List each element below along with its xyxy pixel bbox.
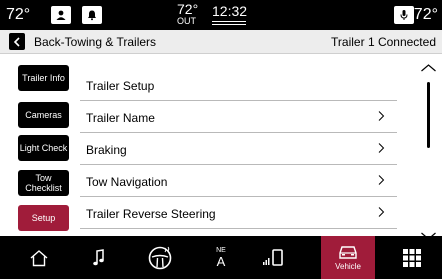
- tab-tow-checklist[interactable]: Tow Checklist: [18, 170, 69, 196]
- media-button[interactable]: [82, 236, 116, 279]
- section-title: Trailer Setup: [86, 79, 155, 93]
- list-item-label: Trailer Name: [86, 111, 155, 125]
- chevron-right-icon: [378, 111, 385, 121]
- back-button[interactable]: [9, 33, 25, 50]
- clock-divider: [212, 21, 246, 25]
- bottom-nav: NE A Vehicle: [0, 236, 442, 279]
- scroll-up-icon[interactable]: [420, 63, 437, 73]
- tab-label: Tow Checklist: [25, 173, 62, 193]
- list-item-trailer-name[interactable]: Trailer Name: [80, 102, 397, 133]
- home-icon: [30, 249, 48, 266]
- status-bar: 72° 72° OUT 12:32 72°: [0, 0, 442, 30]
- list-item-tow-navigation[interactable]: Tow Navigation: [80, 166, 397, 197]
- apps-button[interactable]: [398, 236, 426, 279]
- tab-label: Cameras: [25, 110, 62, 120]
- profile-icon[interactable]: [51, 6, 71, 24]
- list-heading: Trailer Setup: [80, 70, 397, 101]
- phone-signal-icon: [263, 248, 283, 266]
- page-header: Back-Towing & Trailers Trailer 1 Connect…: [0, 30, 442, 54]
- chevron-right-icon: [378, 175, 385, 185]
- chevron-right-icon: [378, 143, 385, 153]
- tab-cameras[interactable]: Cameras: [18, 102, 69, 128]
- car-icon: [339, 246, 357, 259]
- chevron-right-icon: [378, 207, 385, 217]
- scrollbar[interactable]: [427, 82, 430, 148]
- tab-label: Trailer Info: [22, 73, 65, 83]
- notification-bell-icon[interactable]: [82, 6, 102, 24]
- list-item-label: Trailer Reverse Steering: [86, 207, 216, 221]
- microphone-icon[interactable]: [394, 6, 414, 24]
- tab-setup[interactable]: Setup: [18, 205, 69, 231]
- tab-trailer-info[interactable]: Trailer Info: [18, 65, 69, 91]
- outside-temperature: 72° OUT: [177, 1, 199, 27]
- compass-letter: A: [216, 253, 226, 269]
- list-item-trailer-reverse-steering[interactable]: Trailer Reverse Steering: [80, 198, 397, 229]
- phone-button[interactable]: [256, 236, 292, 279]
- tab-light-check[interactable]: Light Check: [18, 135, 69, 161]
- vehicle-button[interactable]: Vehicle: [321, 236, 375, 279]
- list-item-label: Braking: [86, 143, 127, 157]
- main-panel: Back-Towing & Trailers Trailer 1 Connect…: [0, 30, 442, 240]
- compass-indicator: NE A: [208, 236, 234, 279]
- vehicle-label: Vehicle: [335, 262, 361, 271]
- page-title: Back-Towing & Trailers: [34, 35, 157, 49]
- music-note-icon: [93, 248, 104, 265]
- comfort-button[interactable]: [135, 236, 185, 279]
- chevron-left-icon: [13, 36, 20, 47]
- passenger-temperature[interactable]: 72°: [414, 6, 438, 24]
- trailer-connection-status: Trailer 1 Connected: [331, 35, 436, 49]
- outside-temp-label: OUT: [177, 16, 196, 26]
- driver-temperature[interactable]: 72°: [6, 6, 30, 24]
- apps-grid-icon: [403, 248, 421, 267]
- outside-temp-value: 72°: [177, 1, 199, 17]
- tab-label: Setup: [31, 213, 56, 223]
- list-item-label: Tow Navigation: [86, 175, 168, 189]
- steering-wheel-heat-icon: [148, 246, 172, 269]
- clock: 12:32: [212, 3, 248, 19]
- home-button[interactable]: [22, 236, 56, 279]
- tab-label: Light Check: [19, 143, 68, 153]
- list-item-braking[interactable]: Braking: [80, 134, 397, 165]
